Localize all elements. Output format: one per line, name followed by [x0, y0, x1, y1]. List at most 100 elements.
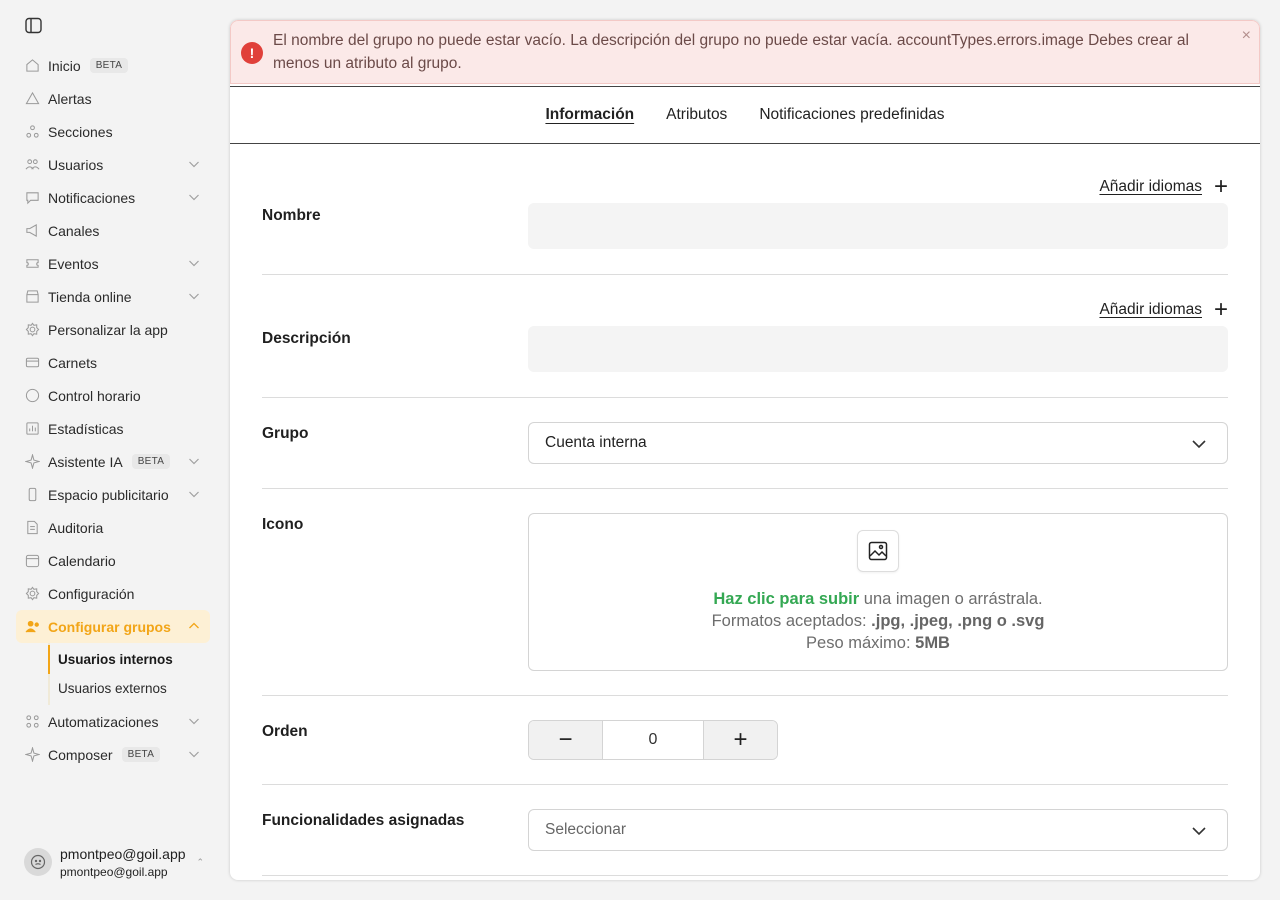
divider — [262, 488, 1228, 489]
upload-formats: Formatos aceptados: .jpg, .jpeg, .png o … — [529, 612, 1227, 631]
plus-icon: + — [1213, 173, 1228, 200]
sidebar-item-label: Control horario — [48, 387, 141, 404]
chevron-down-icon[interactable] — [188, 158, 200, 170]
nombre-input[interactable] — [528, 203, 1228, 249]
group-config-icon — [24, 619, 40, 635]
image-upload-dropzone[interactable]: Haz clic para subir una imagen o arrástr… — [528, 513, 1228, 671]
submenu-configurar-grupos: Usuarios internos Usuarios externos — [48, 643, 210, 705]
sidebar-item-calendario[interactable]: Calendario — [16, 544, 210, 577]
tab-informacion[interactable]: Información — [545, 106, 634, 124]
user-profile[interactable]: pmontpeo@goil.app pmontpeo@goil.app ⌃ — [24, 844, 204, 880]
sidebar-item-label: Canales — [48, 222, 100, 239]
sidebar-item-label: Estadísticas — [48, 420, 124, 437]
sidebar-nav: Inicio BETA Alertas Secciones Usuarios Notifi… — [16, 49, 210, 771]
chevron-down-icon[interactable] — [188, 488, 200, 500]
sidebar-item-label: Configurar grupos — [48, 618, 171, 635]
sidebar-item-secciones[interactable]: Secciones — [16, 115, 210, 148]
sidebar-item-label: Secciones — [48, 123, 113, 140]
sidebar-item-personalizar-la-app[interactable]: Personalizar la app — [16, 313, 210, 346]
size-prefix: Peso máximo: — [806, 634, 916, 652]
sidebar-item-configuracion[interactable]: Configuración — [16, 577, 210, 610]
funcionalidades-label: Funcionalidades asignadas — [262, 812, 465, 829]
beta-badge: BETA — [89, 58, 129, 73]
sidebar-item-label: Personalizar la app — [48, 321, 168, 338]
upload-max-size: Peso máximo: 5MB — [529, 634, 1227, 653]
sidebar-item-label: Carnets — [48, 354, 98, 371]
sidebar-item-label: Espacio publicitario — [48, 486, 169, 503]
main-panel: ! El nombre del grupo no puede estar vac… — [230, 20, 1260, 880]
upload-text: una imagen o arrástrala. — [859, 590, 1043, 608]
orden-value[interactable]: 0 — [602, 721, 704, 759]
beta-badge: BETA — [121, 747, 161, 762]
close-icon[interactable]: × — [1242, 27, 1251, 45]
sidebar-item-label: Alertas — [48, 90, 92, 107]
sidebar-item-label: Automatizaciones — [48, 713, 159, 730]
sparkle-icon — [24, 454, 40, 470]
upload-link[interactable]: Haz clic para subir — [713, 590, 859, 608]
tab-notificaciones-predefinidas[interactable]: Notificaciones predefinidas — [759, 106, 944, 124]
sidebar-item-inicio[interactable]: Inicio BETA — [16, 49, 210, 82]
descripcion-label: Descripción — [262, 330, 351, 347]
tab-atributos[interactable]: Atributos — [666, 106, 727, 124]
grupo-select-value: Cuenta interna — [545, 434, 647, 451]
sidebar-item-alertas[interactable]: Alertas — [16, 82, 210, 115]
chevron-down-icon[interactable] — [188, 748, 200, 760]
sidebar-item-composer[interactable]: Composer BETA — [16, 738, 210, 771]
error-icon: ! — [241, 42, 263, 64]
formats-list: .jpg, .jpeg, .png o .svg — [871, 612, 1045, 630]
funcionalidades-placeholder: Seleccionar — [545, 821, 626, 838]
sidebar-item-notificaciones[interactable]: Notificaciones — [16, 181, 210, 214]
chevron-down-icon[interactable] — [188, 455, 200, 467]
add-languages-button[interactable]: Añadir idiomas + — [1099, 296, 1228, 323]
sidebar-item-auditoria[interactable]: Auditoria — [16, 511, 210, 544]
sidebar-item-control-horario[interactable]: Control horario — [16, 379, 210, 412]
automation-icon — [24, 714, 40, 730]
phone-icon — [24, 487, 40, 503]
sidebar-item-automatizaciones[interactable]: Automatizaciones — [16, 705, 210, 738]
alert-triangle-icon — [24, 91, 40, 107]
sidebar-item-configurar-grupos[interactable]: Configurar grupos — [16, 610, 210, 643]
increment-button[interactable]: + — [704, 721, 777, 759]
funcionalidades-select[interactable]: Seleccionar — [528, 809, 1228, 851]
tab-bar: Información Atributos Notificaciones pre… — [230, 86, 1260, 144]
sidebar-item-tienda-online[interactable]: Tienda online — [16, 280, 210, 313]
grupo-label: Grupo — [262, 425, 309, 442]
add-languages-label: Añadir idiomas — [1099, 301, 1202, 318]
sidebar: Inicio BETA Alertas Secciones Usuarios Notifi… — [0, 0, 220, 900]
sidebar-item-label: Composer — [48, 746, 113, 763]
users-icon — [24, 157, 40, 173]
chevron-down-icon[interactable] — [188, 257, 200, 269]
divider — [262, 397, 1228, 398]
megaphone-icon — [24, 223, 40, 239]
sidebar-toggle-icon[interactable] — [25, 17, 42, 34]
card-icon — [24, 355, 40, 371]
plus-icon: + — [1213, 296, 1228, 323]
grupo-select[interactable]: Cuenta interna — [528, 422, 1228, 464]
nombre-label: Nombre — [262, 207, 321, 224]
divider — [262, 875, 1228, 876]
chevron-down-icon[interactable] — [188, 715, 200, 727]
document-icon — [24, 520, 40, 536]
sidebar-item-estadisticas[interactable]: Estadísticas — [16, 412, 210, 445]
image-icon — [857, 530, 899, 572]
add-languages-button[interactable]: Añadir idiomas + — [1099, 173, 1228, 200]
descripcion-input[interactable] — [528, 326, 1228, 372]
chevron-down-icon[interactable] — [188, 290, 200, 302]
sidebar-subitem-usuarios-internos[interactable]: Usuarios internos — [48, 645, 210, 674]
sparkle-icon — [24, 747, 40, 763]
store-icon — [24, 289, 40, 305]
decrement-button[interactable]: − — [529, 721, 602, 759]
gear-icon — [24, 586, 40, 602]
chevron-down-icon[interactable] — [188, 191, 200, 203]
sidebar-item-usuarios[interactable]: Usuarios — [16, 148, 210, 181]
sidebar-item-label: Auditoria — [48, 519, 104, 536]
sidebar-item-asistente-ia[interactable]: Asistente IA BETA — [16, 445, 210, 478]
sidebar-item-espacio-publicitario[interactable]: Espacio publicitario — [16, 478, 210, 511]
sidebar-subitem-usuarios-externos[interactable]: Usuarios externos — [48, 674, 210, 703]
chevron-up-icon[interactable] — [188, 620, 200, 632]
home-icon — [24, 58, 40, 74]
sidebar-item-carnets[interactable]: Carnets — [16, 346, 210, 379]
sections-icon — [24, 124, 40, 140]
sidebar-item-canales[interactable]: Canales — [16, 214, 210, 247]
sidebar-item-eventos[interactable]: Eventos — [16, 247, 210, 280]
